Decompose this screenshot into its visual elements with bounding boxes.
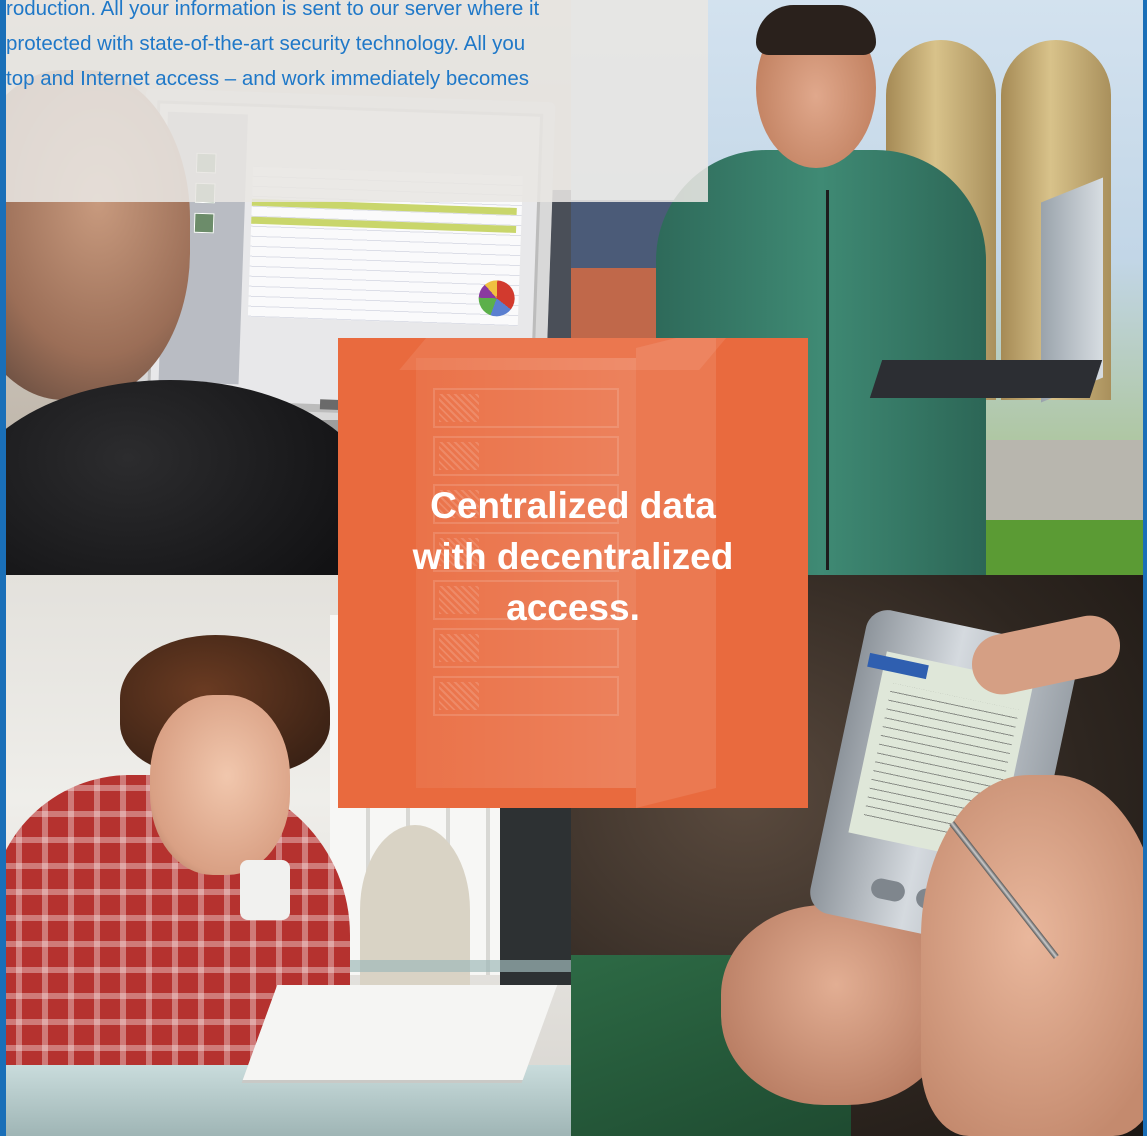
coffee-cup [240,860,290,920]
headline-line: Centralized data [430,485,716,526]
glass-shelf [330,960,571,972]
server-bay [433,436,619,476]
farmer-hair [756,5,876,55]
white-laptop [242,985,558,1080]
intro-text-box: roduction. All your information is sent … [0,0,708,202]
left-hand [721,905,951,1105]
server-bay [433,676,619,716]
intro-line: top and Internet access – and work immed… [6,67,530,90]
intro-line: roduction. All your information is sent … [6,0,540,20]
headline-line: access. [506,587,640,628]
laptop-keyboard [869,360,1103,398]
server-bay [433,388,619,428]
intro-line: protected with state-of-the-art security… [6,32,526,55]
headline-card: Centralized data with decentralized acce… [338,338,808,808]
server-bay [433,628,619,668]
student-face [150,695,290,875]
screen-app-icon [193,212,215,234]
overall-zipper [826,190,829,570]
headline: Centralized data with decentralized acce… [338,480,808,633]
headline-line: with decentralized [412,536,734,577]
